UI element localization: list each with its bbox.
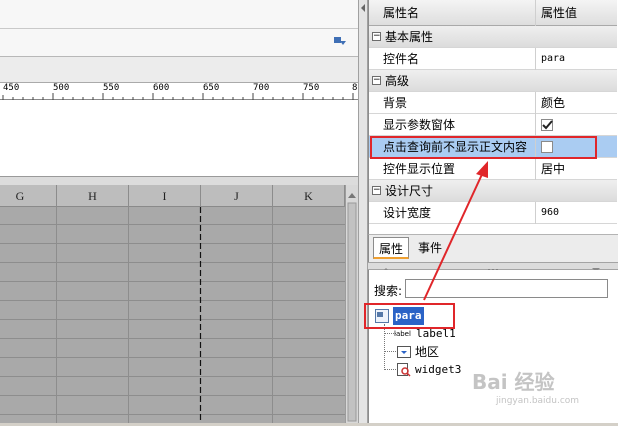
highlight-box-node [364,303,455,329]
collapse-icon[interactable]: − [372,76,381,85]
designer-toolbar [0,0,358,57]
ruler-tick-label: 750 [303,83,320,93]
column-header[interactable]: K [273,185,345,207]
splitter-horizontal[interactable] [368,262,618,272]
category-basic[interactable]: − 基本属性 [369,26,617,48]
property-row-background[interactable]: 背景 颜色 [369,92,617,114]
tree-node-label: 地区 [415,345,440,359]
column-header[interactable]: I [129,185,201,207]
combobox-icon [397,345,411,359]
property-value-header: 属性值 [541,6,578,20]
category-label: 设计尺寸 [385,184,434,198]
property-name: 控件显示位置 [383,162,456,176]
property-name: 控件名 [383,52,420,66]
property-value[interactable]: 居中 [541,158,565,180]
category-advanced[interactable]: − 高级 [369,70,617,92]
column-header[interactable]: J [201,185,273,207]
baidu-watermark: Bai 经验 [472,370,555,394]
category-label: 基本属性 [385,30,434,44]
search-input[interactable] [405,279,608,298]
baidu-watermark-url: jingyan.baidu.com [496,396,580,406]
tree-connector [384,369,396,370]
ruler-spacer [0,57,358,82]
spreadsheet-grid[interactable] [0,185,345,423]
design-canvas[interactable] [0,100,358,177]
column-header[interactable]: H [57,185,129,207]
column-header[interactable]: G [0,185,57,207]
ruler-tick-label: 700 [253,83,270,93]
show-param-window-checkbox[interactable] [541,119,553,131]
ruler-tick-label: 500 [53,83,70,93]
splitter-vertical[interactable] [358,0,368,423]
category-label: 高级 [385,74,410,88]
property-name: 背景 [383,96,408,110]
property-grid: 属性名 属性值 − 基本属性 控件名 para − 高级 背景 颜色 显示参数窗… [368,0,618,234]
collapse-icon[interactable]: − [372,186,381,195]
tab-events[interactable]: 事件 [413,237,447,259]
property-value[interactable]: 960 [541,202,559,224]
property-value[interactable]: para [541,48,565,70]
dropdown-menu-icon[interactable] [333,35,347,47]
horizontal-ruler: 450 500 550 600 650 700 750 8 [0,82,358,100]
property-row-widget-name[interactable]: 控件名 para [369,48,617,70]
tree-connector [384,351,396,352]
panel-tabs: 属性 事件 [368,234,618,262]
category-design-size[interactable]: − 设计尺寸 [369,180,617,202]
property-name: 设计宽度 [383,206,432,220]
search-label: 搜索: [374,284,403,298]
ruler-tick-label: 550 [103,83,120,93]
ruler-tick-label: 450 [3,83,20,93]
tree-connector [384,324,385,370]
property-name-header: 属性名 [383,6,420,20]
property-name: 显示参数窗体 [383,118,456,132]
ruler-tick-label: 650 [203,83,220,93]
highlight-box-property [370,136,597,159]
splitter-horizontal[interactable] [0,177,358,185]
property-row-widget-position[interactable]: 控件显示位置 居中 [369,158,617,180]
ruler-tick-label: 600 [153,83,170,93]
vertical-scrollbar[interactable] [345,185,358,423]
collapse-icon[interactable]: − [372,32,381,41]
property-row-design-width[interactable]: 设计宽度 960 [369,202,617,224]
ruler-tick-label: 8 [352,83,358,93]
property-row-show-param-window[interactable]: 显示参数窗体 [369,114,617,136]
property-value[interactable]: 颜色 [541,92,565,114]
query-widget-icon [397,363,411,377]
column-headers: G H I J K [0,185,345,207]
property-header: 属性名 属性值 [369,0,617,26]
tree-node-label: widget3 [415,363,462,376]
tab-properties[interactable]: 属性 [373,237,410,259]
label-icon: label [394,330,411,338]
